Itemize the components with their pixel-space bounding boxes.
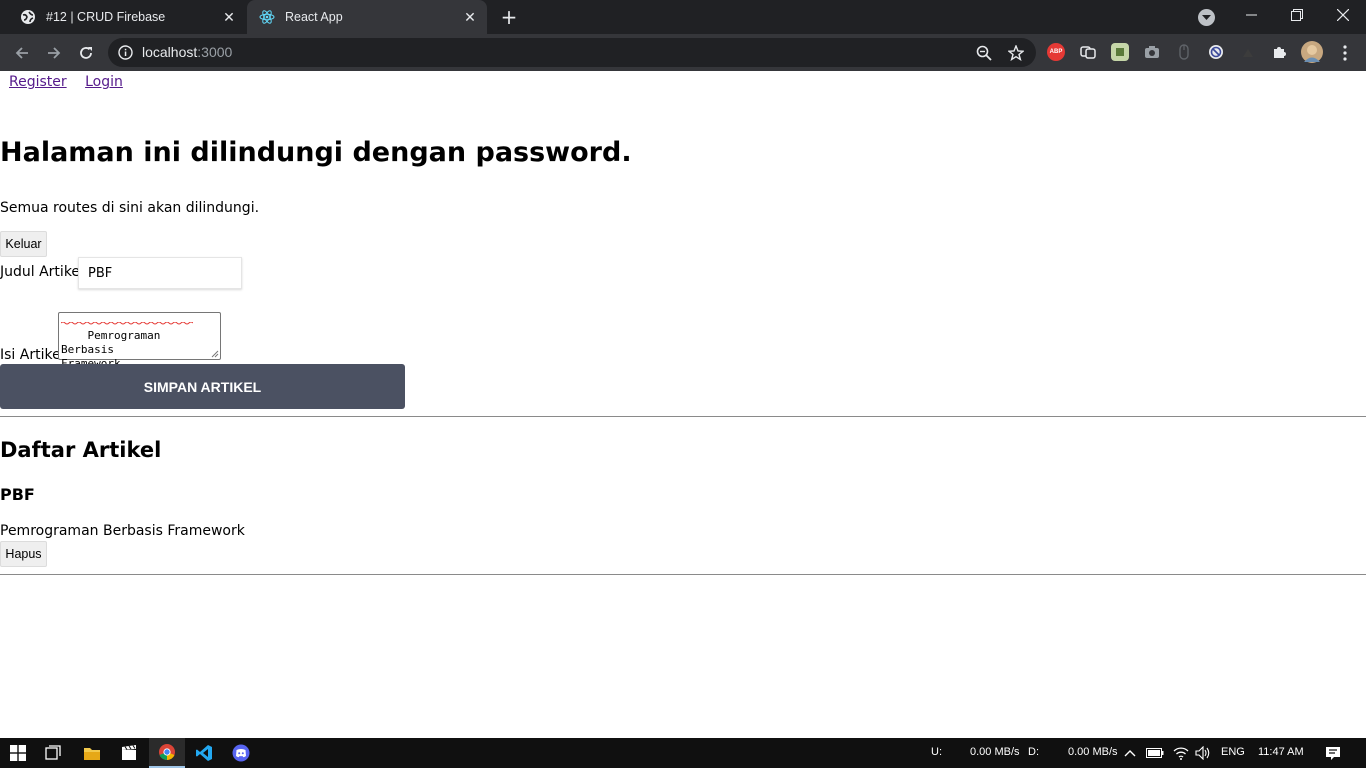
resize-grip-icon[interactable] [211,350,219,358]
tab-title: React App [285,10,343,24]
address-bar[interactable]: localhost:3000 [108,38,1036,67]
volume-icon[interactable] [1192,738,1214,768]
mouse-icon[interactable] [1175,43,1193,61]
language-indicator[interactable]: ENG [1221,746,1245,758]
close-window-icon[interactable] [1320,0,1366,30]
back-icon[interactable] [9,40,35,66]
extension-green-icon[interactable] [1111,43,1129,61]
tab-react-app[interactable]: React App ✕ [247,0,487,34]
article-title-value: PBF [88,265,113,281]
tab-search-icon[interactable] [1198,9,1215,26]
divider [0,416,1366,417]
spellcheck-underline [61,322,193,325]
new-tab-button[interactable]: + [498,6,520,28]
clock[interactable]: 11:47 AM [1258,746,1304,758]
avatar[interactable] [1301,41,1323,63]
video-editor-icon[interactable] [111,738,147,768]
browser-toolbar: localhost:3000 ABP [0,34,1366,71]
extension-grey-icon[interactable] [1239,43,1257,61]
sync-icon[interactable] [1079,43,1097,61]
adblock-plus-icon[interactable]: ABP [1047,43,1065,61]
react-icon [259,9,275,25]
file-explorer-icon[interactable] [74,738,110,768]
top-nav: Register Login [9,74,137,90]
task-view-icon[interactable] [36,738,72,768]
article-title-input[interactable]: PBF [78,257,242,289]
restore-icon[interactable] [1274,0,1320,30]
windows-start-icon[interactable] [0,738,36,768]
windows-taskbar: U: 0.00 MB/s D: 0.00 MB/s ENG 11:47 AM [0,738,1366,768]
save-article-button[interactable]: SIMPAN ARTIKEL [0,364,405,409]
login-link[interactable]: Login [85,74,123,90]
content-label: Isi Artikel [0,347,65,363]
bookmark-star-icon[interactable] [1007,44,1025,62]
discord-icon[interactable] [223,738,259,768]
chrome-taskbar-icon[interactable] [149,738,185,768]
reload-icon[interactable] [73,40,99,66]
close-icon[interactable]: ✕ [461,8,479,26]
url-text: localhost:3000 [142,44,233,60]
site-info-icon[interactable] [118,45,133,64]
globe-icon [20,9,36,25]
tab-strip: #12 | CRUD Firebase ✕ React App ✕ + [0,0,1366,34]
upload-speed: 0.00 MB/s [970,746,1020,758]
notification-icon[interactable] [1316,738,1350,768]
article-title: PBF [0,485,35,504]
zoom-icon[interactable] [975,44,993,62]
forward-icon[interactable] [41,40,67,66]
page-content: Register Login Halaman ini dilindungi de… [0,71,1366,738]
page-title: Halaman ini dilindungi dengan password. [0,137,632,168]
chevron-up-icon[interactable] [1118,738,1142,768]
tab-title: #12 | CRUD Firebase [46,10,166,24]
blocker-icon[interactable] [1207,43,1225,61]
tab-crud-firebase[interactable]: #12 | CRUD Firebase ✕ [8,0,246,34]
register-link[interactable]: Register [9,74,67,90]
divider [0,574,1366,575]
article-body: Pemrograman Berbasis Framework [0,523,245,539]
page-description: Semua routes di sini akan dilindungi. [0,200,260,216]
upload-label: U: [931,746,942,758]
article-list-heading: Daftar Artikel [0,438,162,462]
camera-icon[interactable] [1143,43,1161,61]
close-icon[interactable]: ✕ [220,8,238,26]
title-label: Judul Artikel [0,264,84,280]
minimize-icon[interactable] [1228,0,1274,30]
browser-menu-icon[interactable] [1332,40,1358,66]
wifi-icon[interactable] [1170,738,1192,768]
vscode-icon[interactable] [186,738,222,768]
puzzle-icon[interactable] [1271,43,1289,61]
download-label: D: [1028,746,1039,758]
battery-icon[interactable] [1144,738,1166,768]
logout-button[interactable]: Keluar [0,231,47,257]
download-speed: 0.00 MB/s [1068,746,1118,758]
delete-article-button[interactable]: Hapus [0,541,47,567]
